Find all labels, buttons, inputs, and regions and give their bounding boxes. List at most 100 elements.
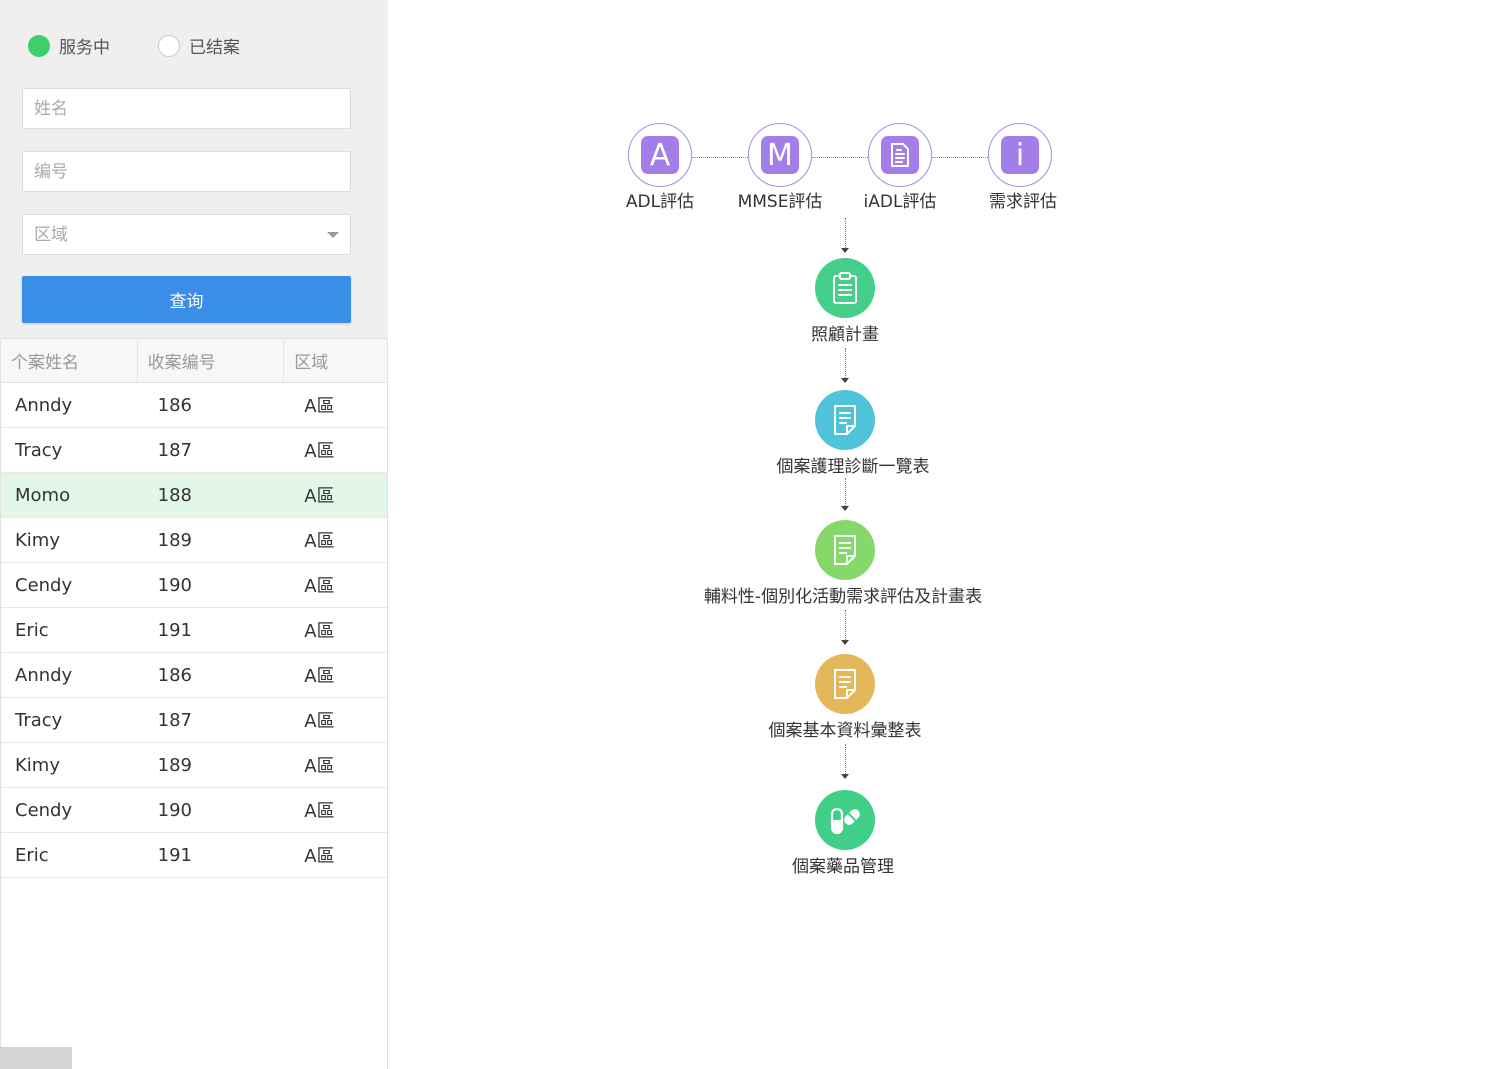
radio-unchecked-icon[interactable] — [158, 34, 180, 57]
table-row[interactable]: Momo 188 A區 — [1, 473, 387, 518]
cell-number: 191 — [157, 619, 192, 641]
radio-checked-icon[interactable] — [28, 34, 50, 57]
document-icon — [881, 136, 919, 174]
horizontal-scrollbar[interactable] — [0, 1047, 72, 1069]
cell-region: A區 — [304, 396, 335, 417]
step-nursing-diagnosis-label[interactable]: 個案護理診斷一覽表 — [777, 452, 930, 477]
column-header-number[interactable]: 收案编号 — [138, 339, 285, 382]
cell-name: Kimy — [15, 529, 60, 551]
cell-name: Cendy — [15, 799, 73, 821]
cell-number: 187 — [157, 439, 192, 461]
table-row[interactable]: Tracy 187 A區 — [1, 698, 387, 743]
cell-number: 189 — [157, 529, 192, 551]
cell-region: A區 — [304, 666, 335, 687]
cell-name: Tracy — [15, 439, 63, 461]
region-select[interactable] — [22, 214, 351, 255]
arrow-down-icon — [841, 640, 849, 645]
cell-name: Cendy — [15, 574, 73, 596]
eval-adl-label[interactable]: ADL評估 — [626, 187, 694, 212]
table-row[interactable]: Cendy 190 A區 — [1, 788, 387, 833]
table-row[interactable]: Kimy 189 A區 — [1, 518, 387, 563]
eval-needs[interactable]: i — [988, 123, 1052, 187]
table-row[interactable]: Tracy 187 A區 — [1, 428, 387, 473]
step-care-plan-label[interactable]: 照顧計畫 — [811, 320, 879, 345]
table-row[interactable]: Eric 191 A區 — [1, 608, 387, 653]
cell-region: A區 — [304, 576, 335, 597]
arrow-down-icon — [841, 378, 849, 383]
pill-icon — [830, 807, 860, 835]
column-header-region[interactable]: 区域 — [284, 339, 387, 382]
step-nursing-diagnosis[interactable] — [815, 390, 875, 450]
left-panel: 服务中 已结案 查询 个案姓名 收案编号 区域 Anndy 186 A區 Tracy 1… — [0, 0, 388, 1069]
step-medication-label[interactable]: 個案藥品管理 — [792, 852, 894, 877]
eval-needs-label[interactable]: 需求評估 — [989, 187, 1057, 212]
clipboard-icon — [833, 272, 857, 304]
connector-line — [845, 218, 846, 248]
arrow-down-icon — [841, 506, 849, 511]
letter-a-icon: A — [641, 136, 679, 174]
chevron-down-icon[interactable] — [327, 231, 339, 238]
cell-number: 190 — [157, 799, 192, 821]
cell-name: Eric — [15, 844, 49, 866]
cell-number: 189 — [157, 754, 192, 776]
eval-adl[interactable]: A — [628, 123, 692, 187]
cell-region: A區 — [304, 711, 335, 732]
connector-line — [932, 157, 988, 158]
cell-number: 188 — [157, 484, 192, 506]
arrow-down-icon — [841, 774, 849, 779]
connector-line — [845, 744, 846, 774]
connector-line — [845, 348, 846, 378]
eval-mmse-label[interactable]: MMSE評估 — [738, 187, 823, 212]
column-header-name[interactable]: 个案姓名 — [1, 339, 138, 382]
table-row[interactable]: Anndy 186 A區 — [1, 383, 387, 428]
step-activity-needs-label[interactable]: 輔料性-個別化活動需求評估及計畫表 — [704, 582, 982, 607]
number-input[interactable] — [34, 161, 339, 182]
table-row[interactable]: Cendy 190 A區 — [1, 563, 387, 608]
cell-name: Eric — [15, 619, 49, 641]
name-input[interactable] — [34, 98, 339, 119]
info-icon: i — [1001, 136, 1039, 174]
cell-region: A區 — [304, 621, 335, 642]
table-row[interactable]: Eric 191 A區 — [1, 833, 387, 878]
step-basic-info[interactable] — [815, 654, 875, 714]
cell-number: 187 — [157, 709, 192, 731]
table-row[interactable]: Anndy 186 A區 — [1, 653, 387, 698]
case-table: 个案姓名 收案编号 区域 Anndy 186 A區 Tracy 187 A區 Momo 188… — [0, 338, 388, 1069]
cell-number: 186 — [157, 394, 192, 416]
number-field[interactable] — [22, 151, 351, 192]
connector-line — [812, 157, 868, 158]
letter-m-icon: M — [761, 136, 799, 174]
table-body: Anndy 186 A區 Tracy 187 A區 Momo 188 A區 Kimy 189 A區 Ce… — [1, 383, 387, 878]
eval-iadl-label[interactable]: iADL評估 — [864, 187, 937, 212]
arrow-down-icon — [841, 248, 849, 253]
cell-region: A區 — [304, 801, 335, 822]
cell-number: 190 — [157, 574, 192, 596]
region-input[interactable] — [34, 224, 321, 245]
cell-region: A區 — [304, 486, 335, 507]
cell-number: 186 — [157, 664, 192, 686]
cell-name: Tracy — [15, 709, 63, 731]
cell-region: A區 — [304, 846, 335, 867]
cell-region: A區 — [304, 441, 335, 462]
eval-mmse[interactable]: M — [748, 123, 812, 187]
step-activity-needs[interactable] — [815, 520, 875, 580]
cell-name: Anndy — [15, 394, 73, 416]
connector-line — [845, 610, 846, 640]
status-radio-active-label: 服务中 — [59, 38, 110, 58]
status-filter: 服务中 已结案 — [28, 33, 288, 58]
query-button[interactable]: 查询 — [22, 276, 351, 323]
note-icon — [834, 669, 856, 699]
note-icon — [834, 405, 856, 435]
status-radio-active[interactable]: 服务中 — [28, 33, 110, 58]
name-field[interactable] — [22, 88, 351, 129]
table-row[interactable]: Kimy 189 A區 — [1, 743, 387, 788]
table-header: 个案姓名 收案编号 区域 — [1, 338, 387, 383]
step-basic-info-label[interactable]: 個案基本資料彙整表 — [769, 716, 922, 741]
workflow-panel: A ADL評估 M MMSE評估 iADL評估 i 需求評估 照顧計畫 個案護理… — [388, 0, 1499, 1069]
cell-region: A區 — [304, 531, 335, 552]
cell-name: Anndy — [15, 664, 73, 686]
status-radio-closed[interactable]: 已结案 — [158, 33, 240, 58]
eval-iadl[interactable] — [868, 123, 932, 187]
step-medication[interactable] — [815, 790, 875, 850]
step-care-plan[interactable] — [815, 258, 875, 318]
